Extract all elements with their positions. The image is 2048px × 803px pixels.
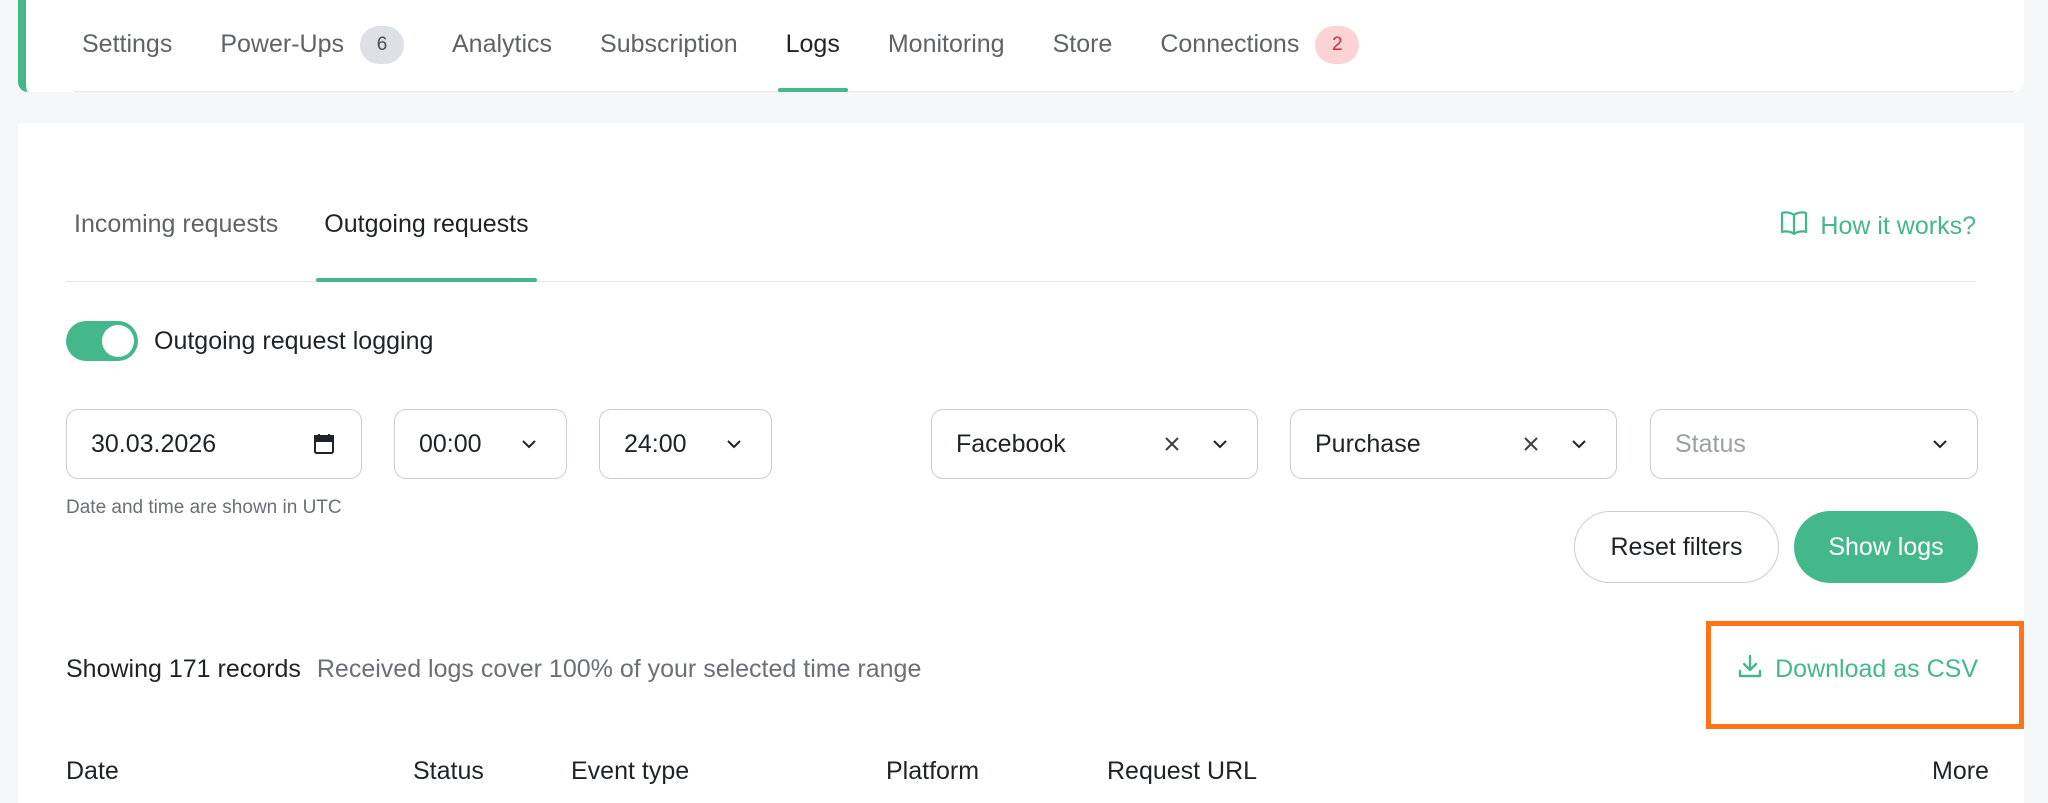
how-it-works-link[interactable]: How it works? xyxy=(1780,210,1976,243)
tab-subscription[interactable]: Subscription xyxy=(592,0,746,91)
date-field[interactable]: 30.03.2026 xyxy=(66,409,362,479)
count-badge: 6 xyxy=(360,25,404,64)
tab-power-ups[interactable]: Power-Ups 6 xyxy=(212,0,412,91)
clear-icon[interactable] xyxy=(1516,434,1546,454)
chevron-down-icon xyxy=(1205,438,1235,450)
tab-label: Incoming requests xyxy=(74,210,279,238)
tab-label: Monitoring xyxy=(887,30,1005,58)
logging-toggle-label: Outgoing request logging xyxy=(154,326,434,355)
tab-store[interactable]: Store xyxy=(1045,0,1121,91)
top-tab-bar: Settings Power-Ups 6 Analytics Subscript… xyxy=(74,0,2014,92)
chevron-down-icon xyxy=(514,438,544,450)
book-icon xyxy=(1780,210,1808,243)
tab-label: Logs xyxy=(785,30,840,58)
show-logs-button[interactable]: Show logs xyxy=(1794,511,1978,583)
tab-label: Subscription xyxy=(600,30,738,58)
tab-label: Power-Ups xyxy=(220,30,344,58)
utc-hint: Date and time are shown in UTC xyxy=(66,497,342,518)
logs-panel: Incoming requests Outgoing requests How … xyxy=(18,123,2024,803)
chevron-down-icon xyxy=(1925,438,1955,450)
time-from-select[interactable]: 00:00 xyxy=(394,409,567,479)
tab-label: Outgoing requests xyxy=(324,210,529,238)
count-badge: 2 xyxy=(1315,25,1360,64)
toggle-knob xyxy=(102,325,134,357)
status-placeholder: Status xyxy=(1675,429,1746,458)
request-type-tabs: Incoming requests Outgoing requests How … xyxy=(66,180,1976,282)
tab-label: Connections xyxy=(1160,30,1300,58)
tab-monitoring[interactable]: Monitoring xyxy=(880,0,1013,91)
logging-toggle[interactable] xyxy=(66,321,138,361)
tab-incoming-requests[interactable]: Incoming requests xyxy=(66,180,286,281)
settings-nav-card: Settings Power-Ups 6 Analytics Subscript… xyxy=(18,0,2024,92)
chevron-down-icon xyxy=(1564,438,1594,450)
calendar-icon[interactable] xyxy=(309,432,339,456)
platform-value: Facebook xyxy=(956,429,1066,458)
event-type-select[interactable]: Purchase xyxy=(1290,409,1617,479)
column-header-status[interactable]: Status xyxy=(413,757,484,786)
tab-label: Analytics xyxy=(452,30,553,58)
logging-toggle-row: Outgoing request logging xyxy=(66,321,433,361)
status-select[interactable]: Status xyxy=(1650,409,1978,479)
download-csv-button[interactable]: Download as CSV xyxy=(1737,653,1978,686)
reset-filters-label: Reset filters xyxy=(1610,532,1743,561)
time-to-value: 24:00 xyxy=(624,429,687,458)
column-header-more[interactable]: More xyxy=(1932,757,1989,786)
tab-analytics[interactable]: Analytics xyxy=(444,0,560,91)
tab-settings[interactable]: Settings xyxy=(74,0,180,91)
records-summary: Showing 171 records Received logs cover … xyxy=(66,655,921,684)
column-header-request-url[interactable]: Request URL xyxy=(1107,757,1257,786)
reset-filters-button[interactable]: Reset filters xyxy=(1574,511,1779,583)
tab-label: Store xyxy=(1052,30,1113,58)
date-value: 30.03.2026 xyxy=(91,429,217,458)
time-from-value: 00:00 xyxy=(419,429,482,458)
how-it-works-label: How it works? xyxy=(1820,212,1976,240)
records-count: Showing 171 records xyxy=(66,655,301,683)
download-icon xyxy=(1737,653,1763,686)
tab-outgoing-requests[interactable]: Outgoing requests xyxy=(316,180,537,282)
column-header-platform[interactable]: Platform xyxy=(886,757,979,786)
column-header-date[interactable]: Date xyxy=(66,757,119,786)
chevron-down-icon xyxy=(719,438,749,450)
download-csv-label: Download as CSV xyxy=(1775,655,1978,683)
coverage-text: Received logs cover 100% of your selecte… xyxy=(316,655,922,683)
tab-connections[interactable]: Connections 2 xyxy=(1152,0,1367,91)
clear-icon[interactable] xyxy=(1157,434,1187,454)
time-to-select[interactable]: 24:00 xyxy=(599,409,772,479)
column-header-event-type[interactable]: Event type xyxy=(571,757,689,786)
tab-label: Settings xyxy=(82,30,173,58)
platform-select[interactable]: Facebook xyxy=(931,409,1258,479)
tab-logs[interactable]: Logs xyxy=(777,0,849,92)
show-logs-label: Show logs xyxy=(1828,532,1944,561)
event-type-value: Purchase xyxy=(1315,429,1421,458)
